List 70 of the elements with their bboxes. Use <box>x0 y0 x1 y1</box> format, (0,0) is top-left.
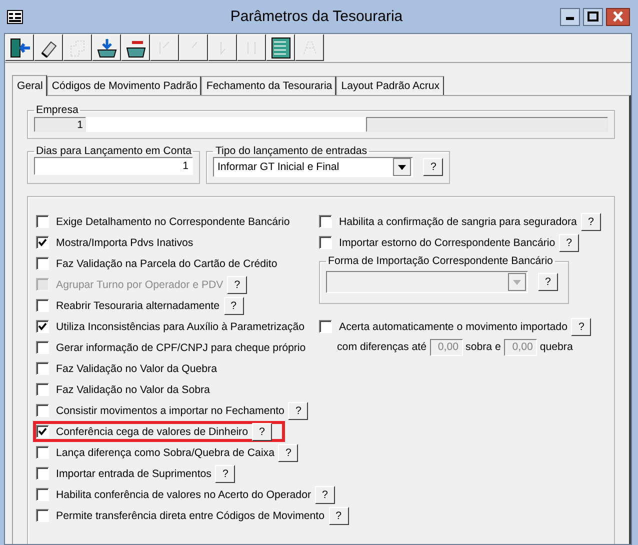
help-button[interactable]: ? <box>328 506 349 524</box>
checkbox[interactable] <box>36 383 49 396</box>
option-label: Reabrir Tesouraria alternadamente <box>56 300 220 312</box>
exit-icon[interactable] <box>5 34 34 61</box>
option-label: Agrupar Turno por Operador e PDV <box>56 278 224 290</box>
window-title: Parâmetros da Tesouraria <box>229 8 404 25</box>
option-label: Faz Validação no Valor da Sobra <box>56 384 210 396</box>
option-label: Gerar informação de CPF/CNPJ para cheque próprio <box>56 342 306 354</box>
group-label: Dias para Lançamento em Conta <box>35 145 192 157</box>
help-button[interactable]: ? <box>580 212 601 230</box>
download-icon[interactable] <box>92 34 121 61</box>
difference-label: com diferenças até <box>337 341 427 353</box>
checkbox[interactable] <box>36 299 49 312</box>
option-label: Habilita a confirmação de sangria para seguradora <box>339 216 577 228</box>
shortage-label: quebra <box>540 341 573 353</box>
checkbox[interactable] <box>319 215 332 228</box>
checkbox[interactable] <box>36 467 49 480</box>
option-label: Exige Detalhamento no Correspondente Bancário <box>56 216 290 228</box>
checkbox[interactable] <box>36 425 49 438</box>
help-button[interactable]: ? <box>559 234 580 252</box>
close-icon[interactable] <box>606 8 630 26</box>
help-button[interactable]: ? <box>252 422 272 440</box>
help-button[interactable]: ? <box>288 402 308 420</box>
tab[interactable]: Códigos de Movimento Padrão <box>46 76 202 95</box>
minimize-icon[interactable] <box>560 8 580 26</box>
help-button[interactable]: ? <box>215 464 236 482</box>
option-label: Utiliza Inconsistências para Auxílio à Parametrização <box>56 320 304 332</box>
eraser-icon[interactable] <box>34 34 63 61</box>
option-label: Faz Validação na Parcela do Cartão de Crédito <box>56 258 278 270</box>
entry-type-dropdown[interactable]: Informar GT Inicial e Final <box>213 157 414 177</box>
group-label: Forma de Importação Correspondente Bancário <box>327 255 554 267</box>
checkbox[interactable] <box>36 446 49 459</box>
group-label: Empresa <box>35 104 80 116</box>
grid-icon[interactable] <box>266 34 295 61</box>
tab[interactable]: Geral <box>12 75 47 96</box>
checkbox[interactable] <box>36 362 49 375</box>
checkbox[interactable] <box>36 488 49 501</box>
group-label: Tipo do lançamento de entradas <box>214 145 368 157</box>
checkbox[interactable] <box>36 236 49 249</box>
tab[interactable]: Layout Padrão Acrux <box>336 76 444 95</box>
tab[interactable]: Fechamento da Tesouraria <box>201 76 336 95</box>
checkbox[interactable] <box>36 509 49 522</box>
option-label: Importar estorno do Correspondente Bancário <box>339 236 556 248</box>
help-button[interactable]: ? <box>315 486 335 504</box>
checkbox[interactable] <box>36 215 49 228</box>
help-button[interactable]: ? <box>278 444 298 462</box>
surplus-label: sobra e <box>466 341 501 353</box>
option-label: Conferência cega de valores de Dinheiro <box>56 426 248 438</box>
maximize-icon[interactable] <box>583 8 603 26</box>
option-label: Habilita conferência de valores no Acerto do Operador <box>56 488 311 500</box>
checkbox[interactable] <box>36 320 49 333</box>
company-code-field: 1 <box>34 117 86 132</box>
option-label: Permite transferência direta entre Códigos de Movimento <box>56 510 325 522</box>
checkbox[interactable] <box>36 341 49 354</box>
help-button[interactable]: ? <box>571 318 592 336</box>
option-label: Lança diferença como Sobra/Quebra de Caixa <box>56 446 274 458</box>
checkbox[interactable] <box>319 236 332 249</box>
option-label: Mostra/Importa Pdvs Inativos <box>56 236 194 248</box>
checkbox[interactable] <box>36 404 49 417</box>
option-label: Consistir movimentos a importar no Fechamento <box>56 404 284 416</box>
option-label: Importar entrada de Suprimentos <box>56 468 212 480</box>
window-menu-icon[interactable] <box>7 10 23 24</box>
days-field[interactable]: 1 <box>34 157 194 175</box>
option-label: Faz Validação no Valor da Quebra <box>56 362 217 374</box>
checkbox[interactable] <box>319 320 332 333</box>
checkbox[interactable] <box>36 257 49 270</box>
help-button[interactable]: ? <box>423 158 444 176</box>
folder-icon[interactable] <box>121 34 150 61</box>
help-button[interactable]: ? <box>224 296 244 314</box>
option-label: Acerta automaticamente o movimento importado <box>339 320 568 332</box>
